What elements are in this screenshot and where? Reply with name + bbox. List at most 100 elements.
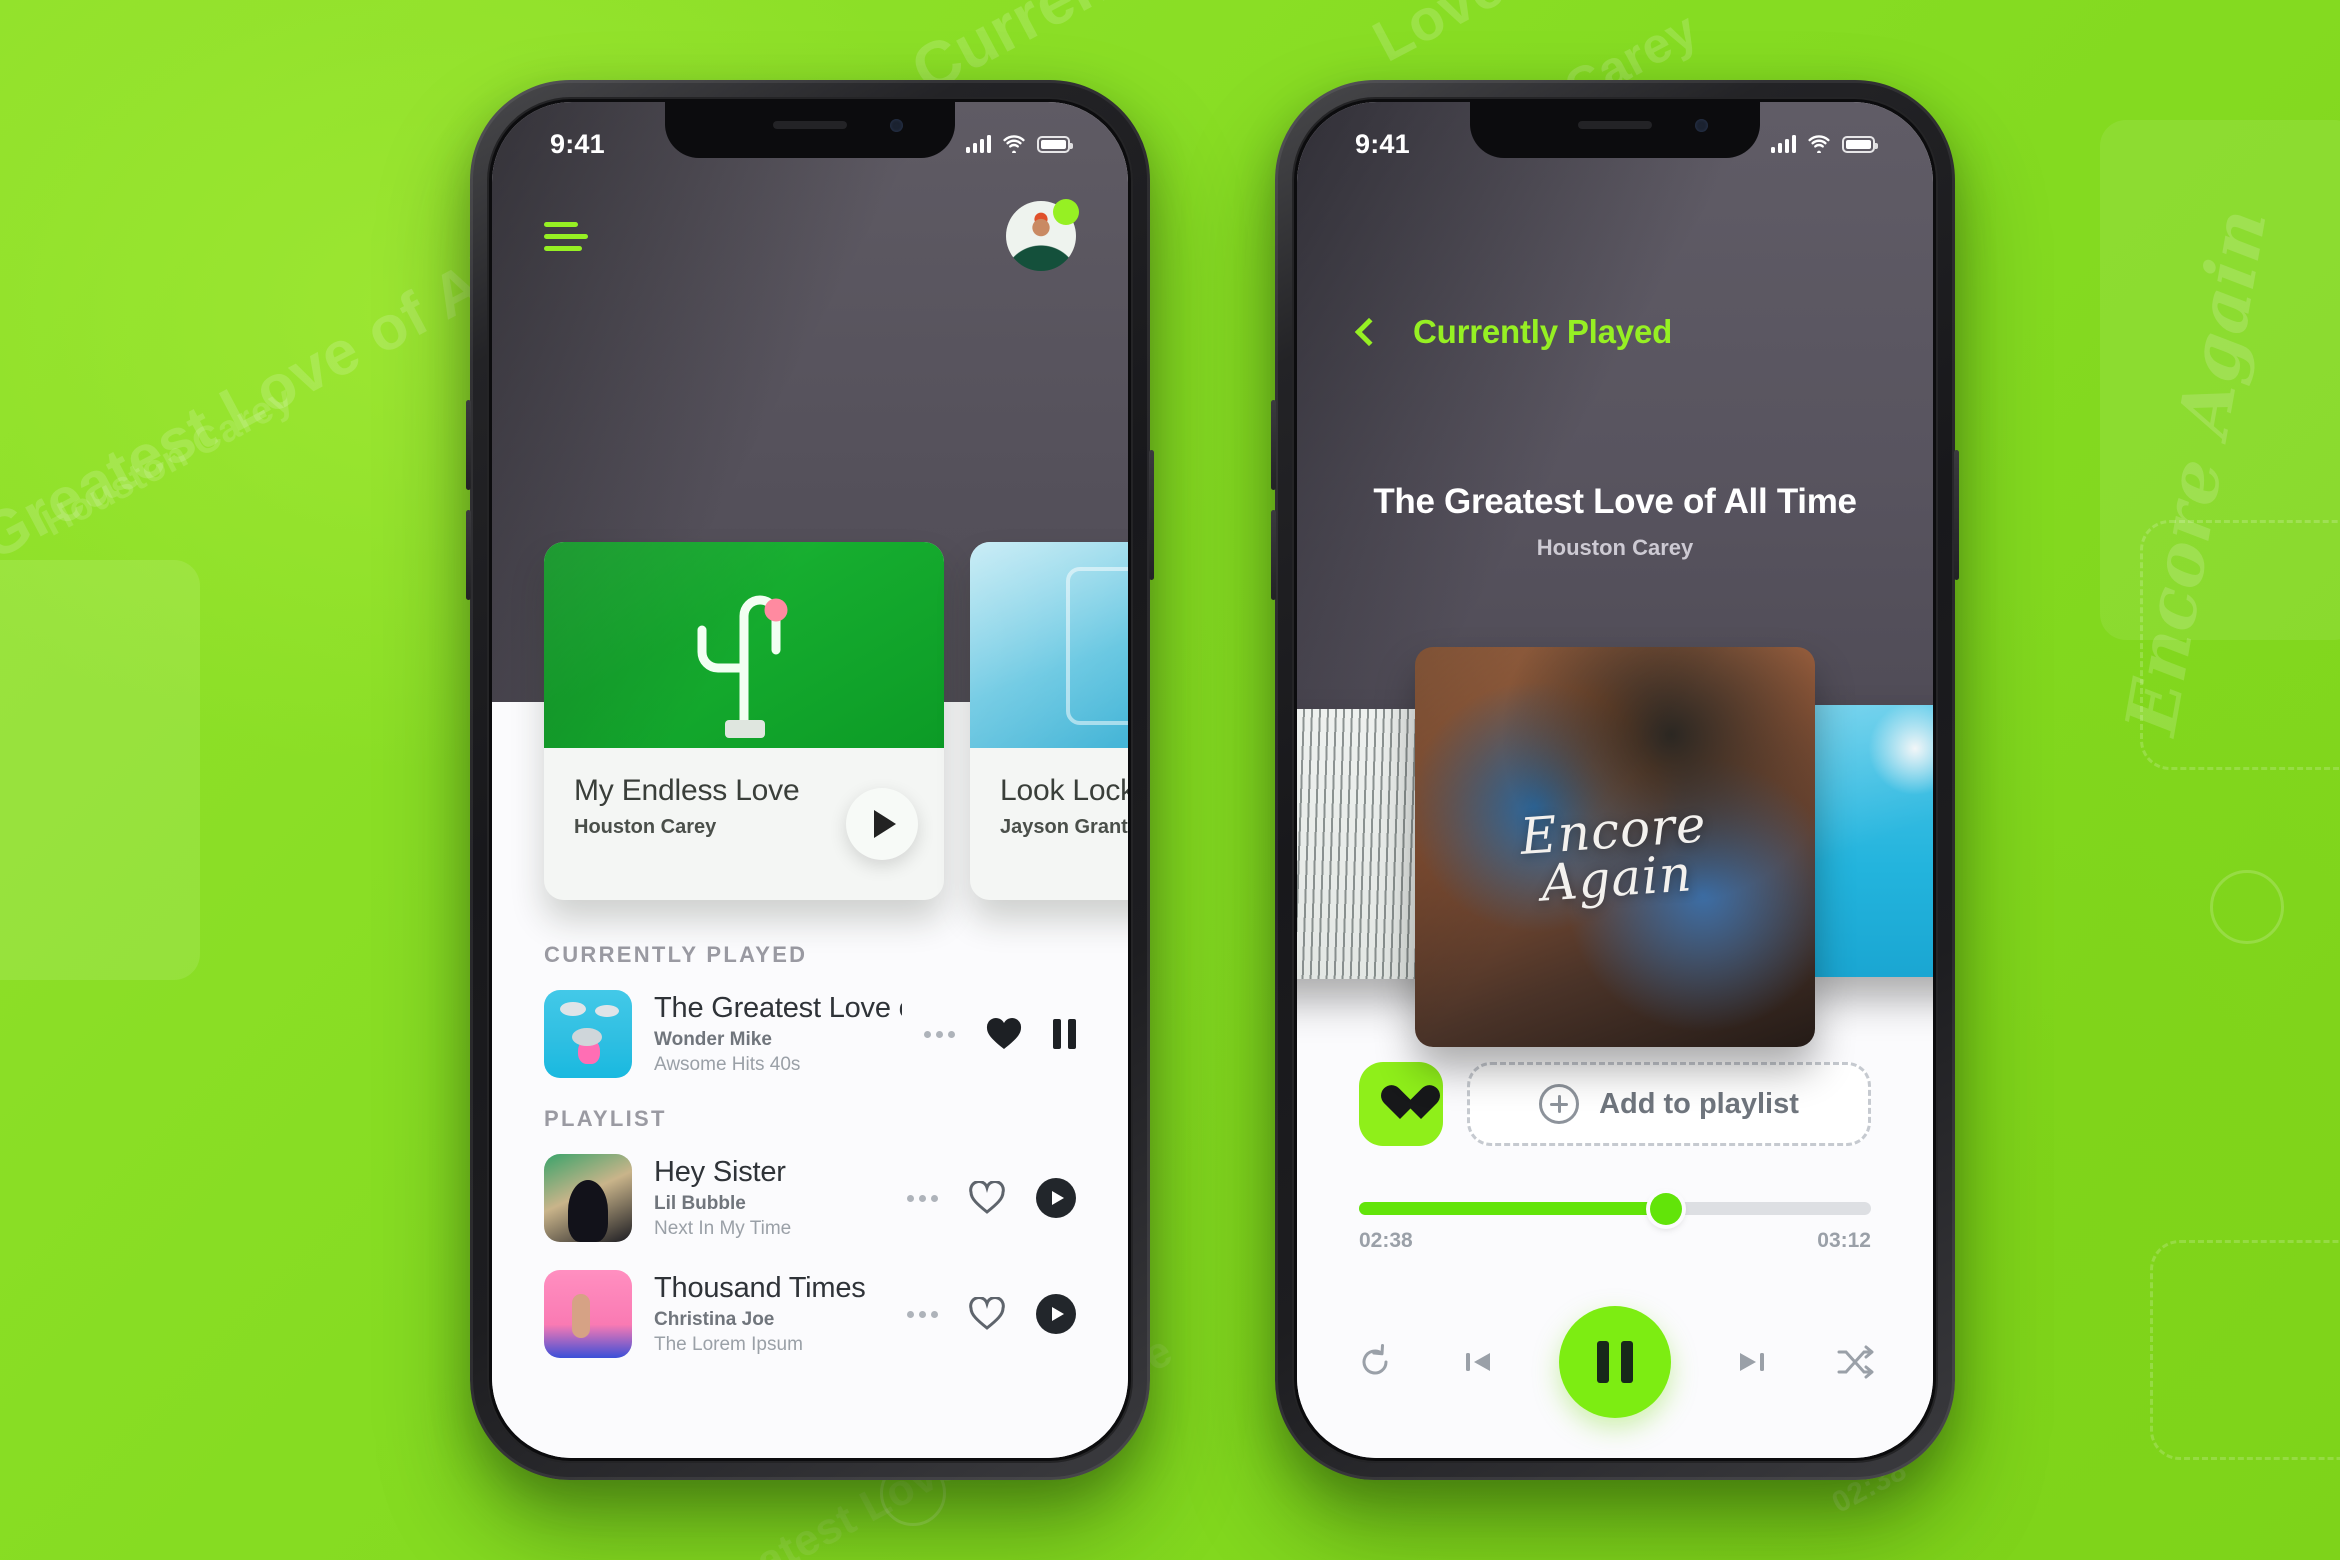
album-cover-current[interactable]: Encore Again [1415, 647, 1815, 1047]
track-thumbnail [544, 990, 632, 1078]
play-pause-button[interactable] [1559, 1306, 1671, 1418]
heart-outline-icon[interactable] [968, 1297, 1006, 1331]
add-to-playlist-button[interactable]: Add to playlist [1467, 1062, 1871, 1146]
neon-cactus-icon [697, 595, 788, 738]
more-options-icon[interactable] [907, 1310, 938, 1318]
earpiece-speaker [1578, 121, 1652, 129]
status-time: 9:41 [1355, 128, 1410, 159]
player-top-bar: Currently Played [1297, 302, 1933, 362]
row-actions [924, 1017, 1076, 1051]
track-thumbnail [544, 1154, 632, 1242]
section-label-playlist: PLAYLIST [544, 1106, 667, 1131]
repeat-icon[interactable] [1353, 1340, 1397, 1384]
status-time: 9:41 [550, 128, 605, 159]
power-button[interactable] [1149, 450, 1154, 580]
hamburger-menu-icon[interactable] [544, 221, 588, 251]
total-duration: 03:12 [1817, 1229, 1871, 1252]
featured-card-carousel[interactable]: My Endless Love Houston Carey Look Lock … [492, 542, 1128, 902]
album-art-neon [970, 542, 1128, 750]
volume-up-button[interactable] [466, 400, 471, 490]
shuffle-icon[interactable] [1833, 1340, 1877, 1384]
signal-bars-icon [1770, 135, 1796, 153]
pause-icon [1597, 1341, 1633, 1383]
play-circle-icon[interactable] [1036, 1294, 1076, 1334]
add-to-playlist-label: Add to playlist [1599, 1087, 1799, 1120]
featured-card-body: My Endless Love Houston Carey [544, 748, 944, 900]
heart-filled-icon[interactable] [985, 1017, 1023, 1051]
featured-card[interactable]: Look Lock Me Jayson Grant [970, 542, 1128, 900]
like-button[interactable] [1359, 1062, 1443, 1146]
progress-thumb[interactable] [1650, 1192, 1683, 1225]
featured-card-title: Look Lock Me [1000, 774, 1128, 807]
track-meta: Thousand Times Christina Joe The Lorem I… [654, 1272, 885, 1356]
online-status-dot [1053, 199, 1079, 225]
featured-card-play-button[interactable] [846, 788, 918, 860]
phone-home: 9:41 My Endless Love Houston Carey Look … [466, 80, 1154, 1480]
player-action-row: Add to playlist [1359, 1062, 1871, 1146]
track-title: Thousand Times [654, 1272, 866, 1304]
progress-times: 02:38 03:12 [1359, 1229, 1871, 1253]
album-cover-script-text: Encore Again [1518, 795, 1709, 913]
battery-icon [1842, 135, 1878, 153]
front-camera [1695, 119, 1708, 132]
front-camera [890, 119, 903, 132]
playback-progress[interactable]: 02:38 03:12 [1359, 1192, 1871, 1253]
back-chevron-icon[interactable] [1354, 317, 1384, 347]
play-circle-icon[interactable] [1036, 1178, 1076, 1218]
volume-up-button[interactable] [1271, 400, 1276, 490]
track-artist: Christina Joe [654, 1309, 775, 1330]
phone-home-bezel: 9:41 My Endless Love Houston Carey Look … [487, 97, 1133, 1463]
now-playing-title: The Greatest Love of All Time [1373, 482, 1857, 521]
player-screen: 9:41 Currently Played The Greatest Love … [1297, 102, 1933, 1458]
table-row[interactable]: Thousand Times Christina Joe The Lorem I… [544, 1270, 1076, 1358]
track-meta: Hey Sister Lil Bubble Next In My Time [654, 1156, 885, 1240]
section-label-currently-played: CURRENTLY PLAYED [544, 942, 808, 967]
power-button[interactable] [1954, 450, 1959, 580]
avatar[interactable] [1006, 199, 1079, 271]
table-row[interactable]: The Greatest Love of All... Wonder Mike … [544, 990, 1076, 1078]
track-meta: The Greatest Love of All... Wonder Mike … [654, 992, 902, 1076]
track-lists: CURRENTLY PLAYED The Greatest Love of Al… [492, 902, 1128, 1458]
notch [665, 102, 955, 158]
status-icons [965, 135, 1073, 153]
album-art-cactus [544, 542, 944, 750]
mockup-stage: Greatest Love of All Time Houston Carey … [0, 0, 2340, 1560]
plus-circle-icon [1539, 1084, 1580, 1124]
status-icons [1770, 135, 1878, 153]
more-options-icon[interactable] [924, 1030, 955, 1038]
pause-icon[interactable] [1053, 1019, 1076, 1049]
more-options-icon[interactable] [907, 1194, 938, 1202]
album-cover-carousel[interactable]: Encore Again [1297, 647, 1933, 1047]
wifi-icon [1808, 135, 1830, 153]
notch [1470, 102, 1760, 158]
row-actions [907, 1178, 1076, 1218]
signal-bars-icon [965, 135, 991, 153]
play-icon [873, 810, 896, 838]
battery-icon [1037, 135, 1073, 153]
transport-controls [1353, 1302, 1877, 1422]
track-title: The Greatest Love of All... [654, 992, 902, 1024]
heart-outline-icon[interactable] [968, 1181, 1006, 1215]
next-track-icon[interactable] [1732, 1342, 1772, 1382]
featured-card[interactable]: My Endless Love Houston Carey [544, 542, 944, 900]
home-top-bar [492, 196, 1128, 276]
volume-down-button[interactable] [466, 510, 471, 600]
background-gradient [0, 0, 2340, 1560]
elapsed-time: 02:38 [1359, 1229, 1413, 1252]
page-title: Currently Played [1413, 313, 1673, 350]
previous-track-icon[interactable] [1458, 1342, 1498, 1382]
home-screen: 9:41 My Endless Love Houston Carey Look … [492, 102, 1128, 1458]
volume-down-button[interactable] [1271, 510, 1276, 600]
earpiece-speaker [773, 121, 847, 129]
album-cover-next[interactable] [1795, 705, 1933, 977]
track-artist: Wonder Mike [654, 1029, 772, 1050]
featured-card-body: Look Lock Me Jayson Grant [970, 748, 1128, 900]
track-album: The Lorem Ipsum [654, 1334, 803, 1355]
featured-card-artist: Jayson Grant [1000, 816, 1128, 838]
heart-filled-icon [1381, 1086, 1421, 1122]
table-row[interactable]: Hey Sister Lil Bubble Next In My Time [544, 1154, 1076, 1242]
wifi-icon [1003, 135, 1025, 153]
track-thumbnail [544, 1270, 632, 1358]
progress-track[interactable] [1359, 1192, 1871, 1225]
row-actions [907, 1294, 1076, 1334]
